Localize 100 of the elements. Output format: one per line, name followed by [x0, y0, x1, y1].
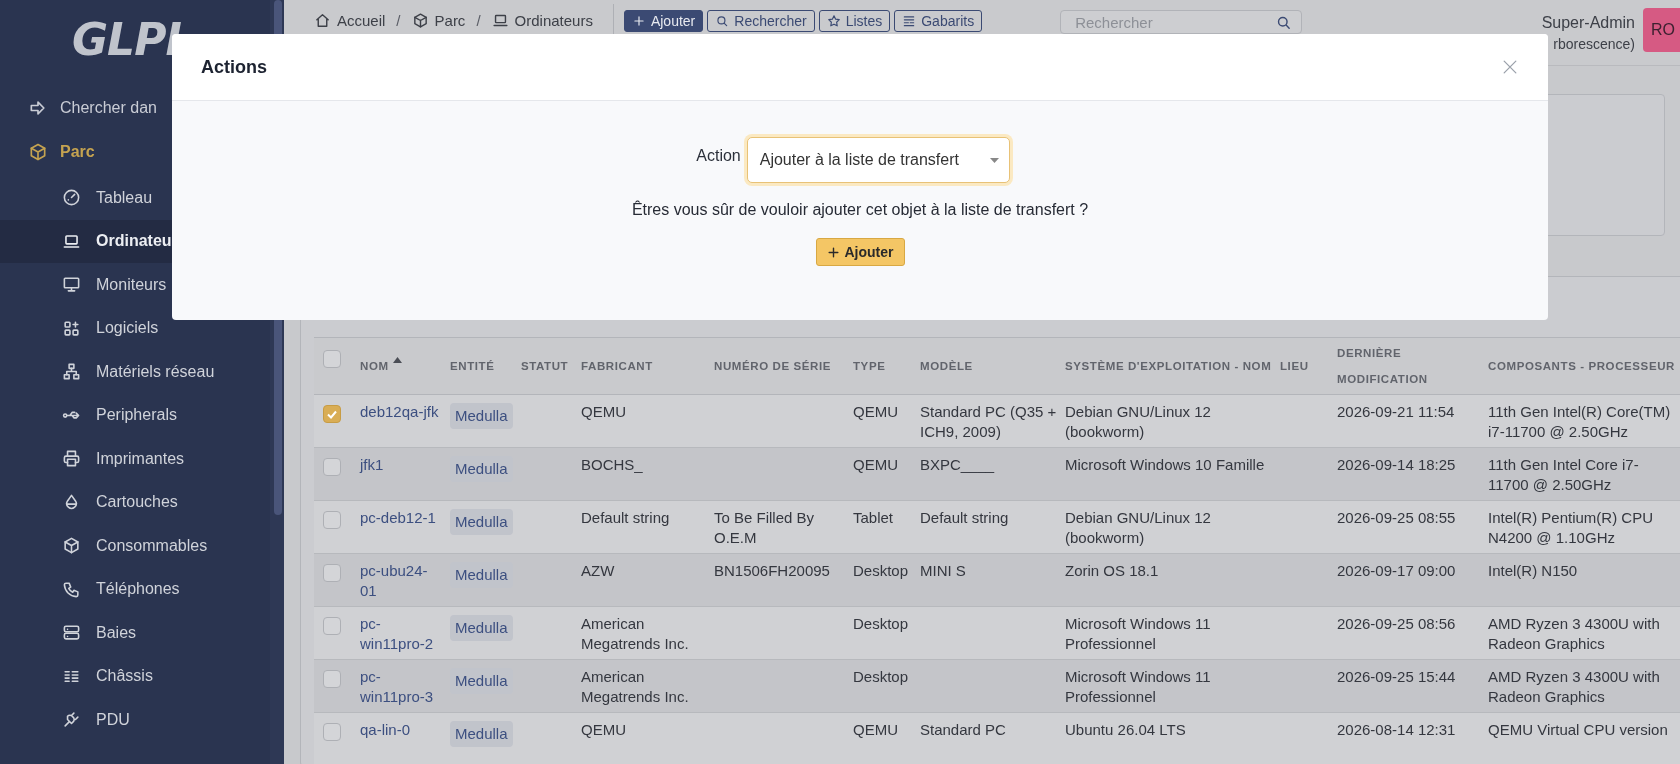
computer-link[interactable]: pc-win11pro-3: [360, 667, 442, 707]
column-header[interactable]: ENTITÉ: [450, 353, 495, 379]
menu-section-label[interactable]: Parc: [60, 143, 95, 161]
table-cell: 2026-09-25 08:56: [1337, 615, 1456, 632]
box-icon: [411, 12, 429, 29]
server-icon: [62, 623, 81, 643]
sidebar-item[interactable]: Châssis: [0, 654, 270, 698]
sidebar-item[interactable]: Baies: [0, 611, 270, 655]
sidebar-item[interactable]: Moniteurs: [0, 263, 270, 307]
row-checkbox[interactable]: [323, 564, 341, 582]
box-icon: [28, 142, 48, 162]
action-dropdown[interactable]: Ajouter à la liste de transfert: [746, 137, 1010, 183]
table-cell: 2026-09-14 18:25: [1337, 456, 1456, 473]
user-avatar[interactable]: RO: [1643, 8, 1680, 52]
column-header[interactable]: LIEU: [1280, 353, 1309, 379]
row-checkbox[interactable]: [323, 405, 341, 423]
sidebar-item[interactable]: Téléphones: [0, 567, 270, 611]
computer-link[interactable]: deb12qa-jfk: [360, 402, 442, 422]
sidebar-item[interactable]: Consommables: [0, 524, 270, 568]
table-cell: Intel(R) N150: [1488, 562, 1578, 579]
row-checkbox[interactable]: [323, 670, 341, 688]
select-all-checkbox[interactable]: [323, 350, 341, 368]
table-cell: BXPC____: [920, 456, 995, 473]
monitor-icon: [62, 275, 81, 295]
table-cell: Microsoft Windows 11 Professionnel: [1065, 668, 1211, 705]
sidebar-item[interactable]: Logiciels: [0, 306, 270, 350]
plug-icon: [62, 710, 81, 730]
home-icon: [314, 12, 331, 29]
user-name[interactable]: Super-Admin: [1541, 14, 1635, 32]
modal-title: Actions: [201, 56, 267, 78]
table-cell: Tablet: [853, 509, 894, 526]
toolbar-button[interactable]: Listes: [818, 10, 891, 32]
user-profile[interactable]: rborescence): [1553, 36, 1635, 52]
sidebar-item[interactable]: PDU: [0, 698, 270, 742]
row-checkbox[interactable]: [323, 617, 341, 635]
sidebar-item[interactable]: Imprimantes: [0, 437, 270, 481]
computer-link[interactable]: jfk1: [360, 455, 442, 475]
entity-tag[interactable]: Medulla: [450, 721, 513, 747]
breadcrumb-link[interactable]: Parc: [434, 12, 466, 29]
table-cell: Intel(R) Pentium(R) CPU N4200 @ 1.10GHz: [1488, 509, 1654, 546]
table-cell: AMD Ryzen 3 4300U with Radeon Graphics: [1488, 615, 1660, 652]
search-icon: [715, 14, 730, 28]
table-cell: 2026-09-25 15:44: [1337, 668, 1456, 685]
toolbar-button[interactable]: Ajouter: [623, 10, 704, 32]
column-header[interactable]: NUMÉRO DE SÉRIE: [714, 353, 831, 379]
column-header[interactable]: STATUT: [521, 353, 569, 379]
sidebar-item[interactable]: Cartouches: [0, 480, 270, 524]
table-cell: QEMU: [581, 403, 626, 420]
search-field[interactable]: Rechercher: [1060, 10, 1303, 34]
search-icon: [1275, 14, 1293, 31]
printer-icon: [62, 449, 81, 469]
breadcrumb-separator: /: [476, 12, 481, 29]
toolbar-button[interactable]: Rechercher: [707, 10, 815, 32]
sidebar-item[interactable]: Tableau: [0, 176, 270, 220]
table-cell: 11th Gen Intel Core i7-11700 @ 2.50GHz: [1488, 456, 1639, 493]
computer-link[interactable]: pc-deb12-1: [360, 508, 442, 528]
row-checkbox[interactable]: [323, 458, 341, 476]
entity-tag[interactable]: Medulla: [450, 403, 513, 429]
table-cell: Microsoft Windows 11 Professionnel: [1065, 615, 1211, 652]
breadcrumb-link[interactable]: Ordinateurs: [514, 12, 593, 29]
table-cell: Zorin OS 18.1: [1065, 562, 1159, 579]
computer-link[interactable]: pc-win11pro-2: [360, 614, 442, 654]
table-cell: Ubuntu 26.04 LTS: [1065, 721, 1186, 738]
sidebar-item[interactable]: Matériels réseau: [0, 350, 270, 394]
entity-tag[interactable]: Medulla: [450, 615, 513, 641]
sidebar-item[interactable]: Peripherals: [0, 393, 270, 437]
table-cell: 11th Gen Intel(R) Core(TM) i7-11700 @ 2.50GHz: [1488, 403, 1671, 440]
row-checkbox[interactable]: [323, 511, 341, 529]
menu-item-label[interactable]: Chercher dan: [60, 99, 157, 117]
column-header[interactable]: COMPOSANTS - PROCESSEUR: [1488, 353, 1675, 379]
table-cell: QEMU: [853, 721, 898, 738]
column-header[interactable]: TYPE: [853, 353, 886, 379]
column-header[interactable]: MODÈLE: [920, 353, 973, 379]
computer-link[interactable]: pc-ubu24-01: [360, 561, 442, 601]
table-cell: Desktop: [853, 562, 909, 579]
table-cell: Standard PC: [920, 721, 1006, 738]
plus-icon: [826, 245, 840, 259]
table-cell: Default string: [920, 509, 1009, 526]
column-header[interactable]: SYSTÈME D'EXPLOITATION - NOM: [1065, 353, 1272, 379]
column-header[interactable]: FABRICANT: [581, 353, 653, 379]
add-button[interactable]: Ajouter: [815, 238, 905, 266]
table-cell: QEMU: [853, 456, 898, 473]
entity-tag[interactable]: Medulla: [450, 509, 513, 535]
toolbar-button[interactable]: Gabarits: [894, 10, 983, 32]
table-cell: BN1506FH20095: [714, 562, 830, 579]
breadcrumb-link[interactable]: Accueil: [337, 12, 386, 29]
table-cell: AMD Ryzen 3 4300U with Radeon Graphics: [1488, 668, 1660, 705]
phone-icon: [62, 579, 81, 599]
column-header[interactable]: NOM: [360, 353, 389, 379]
confirmation-message: Êtres vous sûr de vouloir ajouter cet objet à la liste de transfert ?: [631, 201, 1089, 219]
plus-icon: [631, 14, 646, 28]
table-cell: Desktop: [853, 668, 909, 685]
table-cell: 2026-09-21 11:54: [1337, 403, 1455, 420]
table-cell: QEMU: [581, 721, 626, 738]
row-checkbox[interactable]: [323, 723, 341, 741]
column-header[interactable]: DERNIÈRE MODIFICATION: [1337, 340, 1480, 392]
table-cell: QEMU Virtual CPU version: [1488, 721, 1668, 738]
caret-icon: [989, 157, 999, 163]
computer-link[interactable]: qa-lin-0: [360, 720, 442, 740]
table-cell: Debian GNU/Linux 12 (bookworm): [1065, 509, 1211, 546]
